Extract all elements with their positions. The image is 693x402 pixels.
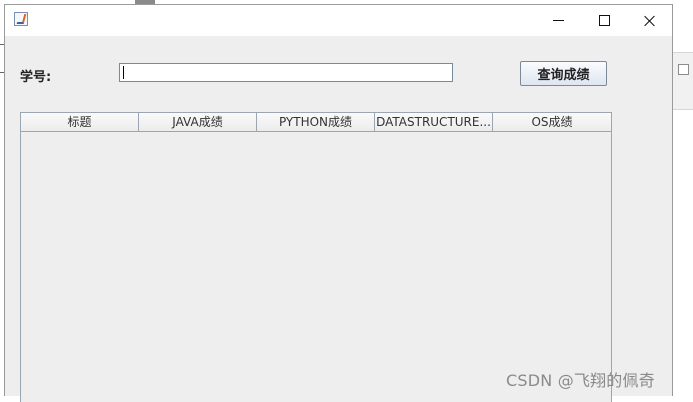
maximize-button[interactable] [581,5,627,36]
text-caret [123,66,124,79]
column-header-java[interactable]: JAVA成绩 [139,113,257,132]
table-header: 标题 JAVA成绩 PYTHON成绩 DATASTRUCTURE... OS成绩 [21,113,611,132]
close-icon [644,15,656,27]
java-app-icon [14,12,28,26]
student-id-input[interactable] [119,63,453,82]
student-id-label: 学号: [20,70,52,85]
maximize-icon [598,15,610,26]
close-button[interactable] [627,5,673,36]
background-checkbox [678,64,689,75]
column-header-python[interactable]: PYTHON成绩 [257,113,375,132]
minimize-icon [552,20,564,21]
minimize-button[interactable] [535,5,581,36]
column-header-os[interactable]: OS成绩 [493,113,611,132]
column-header-title[interactable]: 标题 [21,113,139,132]
background-panel [673,52,693,110]
grades-table[interactable]: 标题 JAVA成绩 PYTHON成绩 DATASTRUCTURE... OS成绩 [20,112,612,402]
app-window: 学号: 查询成绩 标题 JAVA成绩 PYTHON成绩 DATASTRUCTUR… [4,4,673,402]
watermark: CSDN @飞翔的佩奇 [506,371,655,390]
column-header-datastructure[interactable]: DATASTRUCTURE... [375,113,493,132]
query-grades-button[interactable]: 查询成绩 [520,61,607,86]
title-bar[interactable] [5,5,672,36]
